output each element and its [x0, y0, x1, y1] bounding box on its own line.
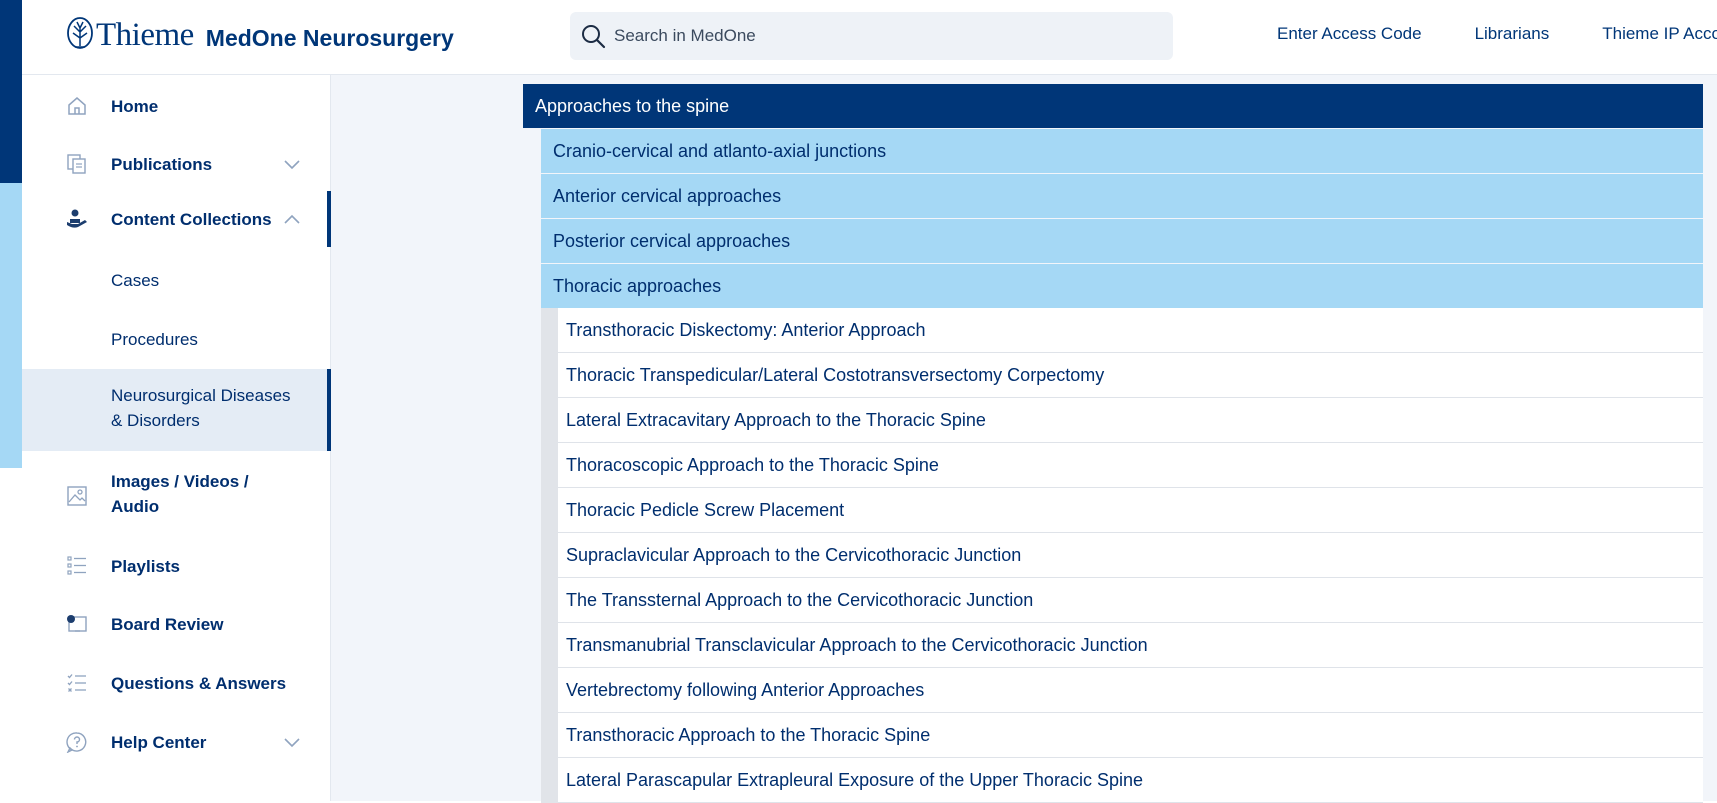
list-item[interactable]: Thoracic Transpedicular/Lateral Costotra… — [558, 353, 1703, 398]
label-line-1: Neurosurgical Diseases — [111, 386, 291, 405]
sidebar-item-playlists[interactable]: Playlists — [22, 551, 331, 581]
section-anterior-cervical[interactable]: Anterior cervical approaches — [541, 174, 1703, 218]
list-item[interactable]: Lateral Extracavitary Approach to the Th… — [558, 398, 1703, 443]
label-line-2: & Disorders — [111, 411, 200, 430]
chevron-down-icon[interactable] — [283, 736, 301, 748]
thieme-ip-account-link[interactable]: Thieme IP Account — [1602, 24, 1717, 44]
list-item[interactable]: Transthoracic Diskectomy: Anterior Appro… — [558, 308, 1703, 353]
chevron-down-icon[interactable] — [283, 158, 301, 170]
sidebar-item-label: Publications — [111, 154, 213, 174]
sidebar-item-home[interactable]: Home — [22, 91, 331, 121]
sidebar-item-board-review[interactable]: Board Review — [22, 609, 331, 639]
tree-title[interactable]: Approaches to the spine — [523, 84, 1703, 128]
section-posterior-cervical[interactable]: Posterior cervical approaches — [541, 219, 1703, 263]
section-cranio-cervical[interactable]: Cranio-cervical and atlanto-axial juncti… — [541, 129, 1703, 173]
sidebar-item-label: Board Review — [111, 614, 224, 634]
chevron-up-icon[interactable] — [283, 213, 301, 225]
sidebar-item-label: Images / Videos / Audio — [111, 469, 249, 519]
top-nav-links: Enter Access Code Librarians Thieme IP A… — [1277, 24, 1717, 44]
sidebar-item-label: Cases — [111, 270, 160, 290]
content-collections-icon — [67, 209, 87, 228]
product-name: MedOne Neurosurgery — [205, 24, 454, 51]
top-header: Thieme MedOne Neurosurgery Enter Access … — [22, 0, 1717, 75]
sidebar-item-label: Help Center — [111, 732, 207, 752]
accent-strip-dark — [0, 0, 22, 183]
logo[interactable]: Thieme MedOne Neurosurgery — [66, 16, 454, 54]
sidebar-item-label: Content Collections — [111, 209, 272, 229]
sidebar: Home Publications Content Collections Ca… — [22, 75, 331, 801]
publications-icon — [67, 154, 86, 174]
list-item[interactable]: The Transsternal Approach to the Cervico… — [558, 578, 1703, 623]
list-item[interactable]: Thoracic Pedicle Screw Placement — [558, 488, 1703, 533]
list-item[interactable]: Thoracoscopic Approach to the Thoracic S… — [558, 443, 1703, 488]
sidebar-item-questions-answers[interactable]: Questions & Answers — [22, 668, 331, 698]
sidebar-item-help-center[interactable]: Help Center — [22, 727, 331, 757]
search-icon[interactable] — [580, 23, 606, 49]
list-item[interactable]: Lateral Parascapular Extrapleural Exposu… — [558, 758, 1703, 803]
sidebar-item-label: Questions & Answers — [111, 673, 287, 693]
image-icon — [67, 486, 87, 506]
accent-strip-white — [0, 468, 22, 801]
list-item[interactable]: Transthoracic Approach to the Thoracic S… — [558, 713, 1703, 758]
librarians-link[interactable]: Librarians — [1475, 24, 1550, 44]
sidebar-item-label: Home — [111, 96, 159, 116]
logo-brand: Thieme — [96, 16, 194, 53]
sidebar-item-images-videos-audio[interactable]: Images / Videos / Audio — [22, 469, 331, 523]
sidebar-item-neurosurgical-diseases[interactable]: Neurosurgical Diseases & Disorders — [22, 369, 331, 451]
sidebar-item-label: Neurosurgical Diseases & Disorders — [111, 383, 291, 433]
thieme-tree-logo-icon — [67, 17, 93, 49]
enter-access-code-link[interactable]: Enter Access Code — [1277, 24, 1422, 44]
sidebar-item-cases[interactable]: Cases — [22, 265, 331, 295]
board-review-icon — [67, 615, 87, 632]
section-thoracic[interactable]: Thoracic approaches — [541, 264, 1703, 308]
checklist-icon — [67, 674, 86, 692]
sidebar-item-label: Procedures — [111, 329, 198, 349]
home-icon — [68, 97, 86, 115]
search-input[interactable] — [614, 26, 1134, 46]
help-icon — [66, 732, 87, 753]
thoracic-items-list: Transthoracic Diskectomy: Anterior Appro… — [541, 308, 1703, 803]
accent-strip-light — [0, 183, 22, 468]
content-tree: Approaches to the spine Cranio-cervical … — [523, 84, 1703, 803]
list-item[interactable]: Vertebrectomy following Anterior Approac… — [558, 668, 1703, 713]
list-item[interactable]: Supraclavicular Approach to the Cervicot… — [558, 533, 1703, 578]
list-icon — [67, 556, 86, 575]
label-line-1: Images / Videos / — [111, 472, 249, 491]
sidebar-item-procedures[interactable]: Procedures — [22, 324, 331, 354]
label-line-2: Audio — [111, 497, 160, 516]
search-bar[interactable] — [570, 12, 1173, 60]
sidebar-item-content-collections[interactable]: Content Collections — [22, 191, 331, 247]
sidebar-item-publications[interactable]: Publications — [22, 149, 331, 179]
sidebar-item-label: Playlists — [111, 556, 180, 576]
list-item[interactable]: Transmanubrial Transclavicular Approach … — [558, 623, 1703, 668]
